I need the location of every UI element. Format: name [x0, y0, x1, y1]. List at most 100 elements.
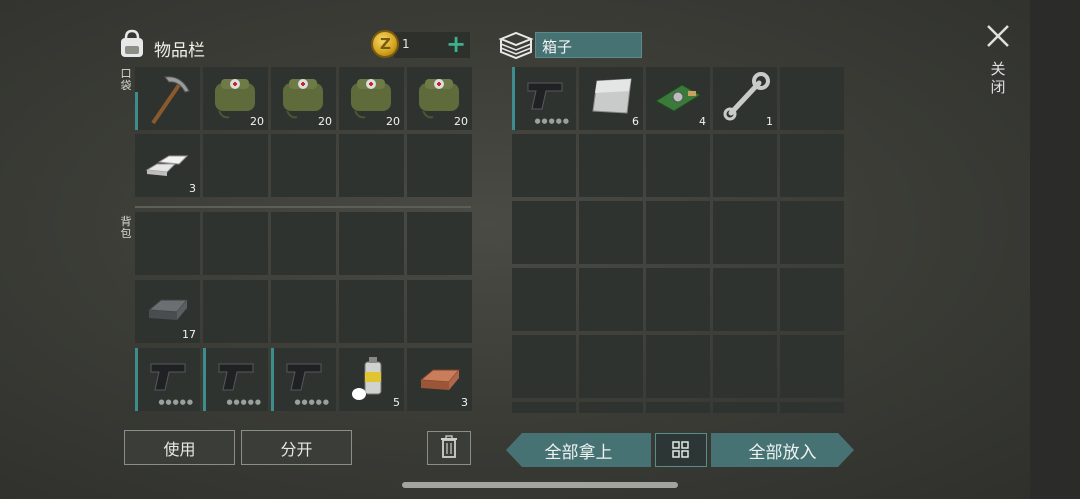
box-slot[interactable]	[512, 402, 576, 413]
durability-dots: ●●●●●	[226, 398, 262, 406]
box-slot[interactable]	[646, 134, 710, 197]
add-coins-button[interactable]: +	[446, 30, 466, 58]
box-slot[interactable]	[512, 134, 576, 197]
inventory-slot[interactable]	[339, 134, 404, 197]
inventory-slot[interactable]: 20	[339, 67, 404, 130]
pistol-icon	[527, 82, 563, 110]
box-slot[interactable]	[713, 201, 777, 264]
iron-bar-icon	[147, 299, 189, 320]
medkit-bag-icon	[215, 79, 255, 119]
coin-count: 1	[402, 37, 410, 51]
pistol-icon	[218, 363, 254, 391]
inventory-slot[interactable]: 20	[271, 67, 336, 130]
inventory-slot[interactable]: 3	[407, 348, 472, 411]
box-slot[interactable]	[780, 335, 844, 398]
box-slot[interactable]	[646, 335, 710, 398]
inventory-slot[interactable]	[407, 134, 472, 197]
box-slot[interactable]: ●●●●●	[512, 67, 576, 130]
coin-icon: Z	[371, 30, 399, 58]
put-all-button[interactable]: 全部放入	[711, 433, 854, 467]
home-indicator[interactable]	[402, 482, 678, 488]
split-button[interactable]: 分开	[241, 430, 352, 465]
inventory-slot[interactable]: 20	[203, 67, 268, 130]
inventory-slot[interactable]: 20	[407, 67, 472, 130]
box-slot[interactable]	[713, 335, 777, 398]
durability-dots: ●●●●●	[158, 398, 194, 406]
item-quantity: 17	[182, 328, 196, 341]
box-slot[interactable]	[713, 402, 777, 413]
inventory-slot[interactable]	[339, 280, 404, 343]
copper-bar-icon	[419, 369, 461, 390]
inventory-title: 物品栏	[154, 41, 205, 61]
pistol-icon	[286, 363, 322, 391]
pockets-label: 口袋	[120, 67, 132, 92]
pistol-icon	[150, 363, 186, 391]
box-slot[interactable]	[579, 201, 643, 264]
box-slot[interactable]: 6	[579, 67, 643, 130]
box-slot[interactable]	[646, 402, 710, 413]
box-slot[interactable]	[512, 268, 576, 331]
inventory-slot[interactable]	[271, 212, 336, 275]
box-slot[interactable]: 4	[646, 67, 710, 130]
circuit-board-icon	[655, 84, 701, 112]
item-quantity: 20	[386, 115, 400, 128]
inventory-slot[interactable]	[271, 280, 336, 343]
backpack-icon	[121, 29, 143, 57]
inventory-slot[interactable]: 3	[135, 134, 200, 197]
box-slot[interactable]	[780, 402, 844, 413]
box-icon	[498, 31, 534, 60]
inventory-slot[interactable]	[407, 212, 472, 275]
inventory-slot[interactable]: 5	[339, 348, 404, 411]
inventory-slot[interactable]: 17	[135, 280, 200, 343]
inventory-slot[interactable]: ●●●●●	[271, 348, 336, 411]
box-slot[interactable]	[646, 268, 710, 331]
trash-button[interactable]	[427, 431, 471, 465]
box-slot[interactable]	[713, 134, 777, 197]
box-slot[interactable]	[579, 335, 643, 398]
medkit-bag-icon	[351, 79, 391, 119]
durability-dots: ●●●●●	[534, 117, 570, 125]
inventory-slot[interactable]	[203, 280, 268, 343]
close-icon[interactable]	[984, 22, 1012, 50]
box-slot[interactable]: 1	[713, 67, 777, 130]
box-slot[interactable]	[713, 268, 777, 331]
use-button[interactable]: 使用	[124, 430, 235, 465]
backpack-grid: 17 ●●●●● ●●●●● ●●●●● 5 3	[135, 212, 472, 412]
inventory-slot[interactable]	[339, 212, 404, 275]
box-name[interactable]: 箱子	[535, 32, 642, 58]
box-slot[interactable]	[579, 402, 643, 413]
close-label[interactable]: 关闭	[988, 60, 1008, 96]
box-grid: ●●●●● 6 4 1	[512, 67, 844, 413]
spray-can-icon	[352, 357, 382, 400]
inventory-slot[interactable]	[135, 67, 200, 130]
box-slot[interactable]	[780, 67, 844, 130]
box-slot[interactable]	[512, 201, 576, 264]
inventory-slot[interactable]	[203, 134, 268, 197]
item-quantity: 5	[393, 396, 400, 409]
sort-button[interactable]	[655, 433, 707, 467]
inventory-slot[interactable]: ●●●●●	[203, 348, 268, 411]
box-slot[interactable]	[579, 268, 643, 331]
box-slot[interactable]	[780, 134, 844, 197]
inventory-slot[interactable]	[271, 134, 336, 197]
inventory-slot[interactable]	[203, 212, 268, 275]
box-slot[interactable]	[512, 335, 576, 398]
box-slot[interactable]	[780, 268, 844, 331]
item-quantity: 20	[318, 115, 332, 128]
box-slot[interactable]	[579, 134, 643, 197]
item-quantity: 3	[189, 182, 196, 195]
pockets-grid: 20 20 20 20 3	[135, 67, 472, 197]
item-quantity: 6	[632, 115, 639, 128]
silver-ingots-icon	[145, 155, 189, 176]
box-slot[interactable]	[780, 201, 844, 264]
take-all-button[interactable]: 全部拿上	[506, 433, 651, 467]
item-quantity: 20	[250, 115, 264, 128]
item-quantity: 20	[454, 115, 468, 128]
medkit-bag-icon	[283, 79, 323, 119]
box-slot[interactable]	[646, 201, 710, 264]
inventory-slot[interactable]: ●●●●●	[135, 348, 200, 411]
inventory-slot[interactable]	[407, 280, 472, 343]
inventory-slot[interactable]	[135, 212, 200, 275]
item-quantity: 4	[699, 115, 706, 128]
inventory-header: 物品栏 1 + Z	[116, 26, 476, 66]
